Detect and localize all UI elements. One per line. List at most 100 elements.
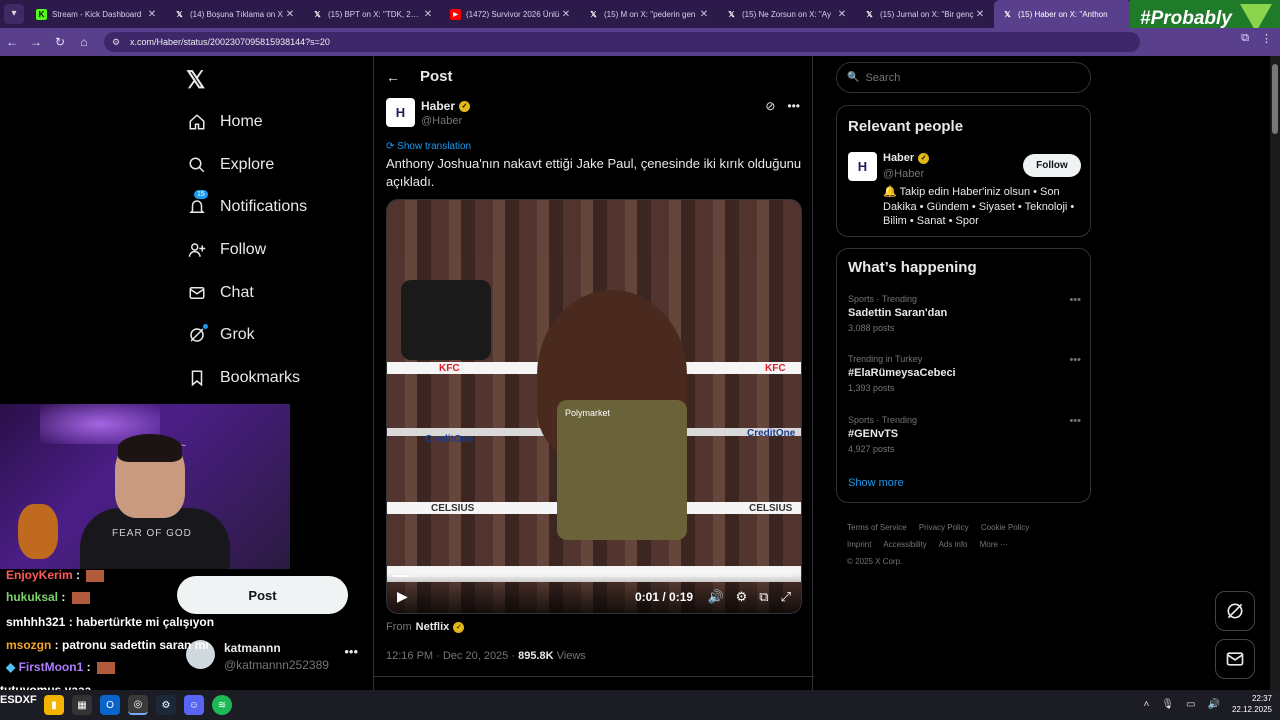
nav-item-bookmarks[interactable]: Bookmarks [186, 363, 300, 393]
more-icon[interactable]: ••• [787, 99, 800, 113]
person-name-text: Haber [883, 152, 915, 164]
footer-link[interactable]: Accessibility [883, 540, 927, 549]
mail-icon [186, 282, 208, 304]
close-icon[interactable]: ✕ [698, 9, 710, 20]
spotify-icon[interactable]: ≋ [212, 695, 232, 715]
verified-badge-icon: ✓ [918, 152, 930, 164]
back-icon[interactable]: ← [0, 35, 24, 49]
author-name[interactable]: Haber ✓ [421, 99, 471, 113]
video-player[interactable]: KFC KFC CreditOne CreditOne CELSIUS CELS… [386, 199, 802, 614]
shorts-text: Polymarket [565, 408, 611, 418]
picture-in-picture-icon[interactable]: ⧉ [759, 589, 768, 605]
source-name[interactable]: Netflix [416, 621, 450, 633]
home-icon[interactable]: ⌂ [72, 35, 96, 49]
play-icon[interactable]: ▶ [397, 588, 408, 605]
nav-item-grok[interactable]: Grok [186, 320, 255, 350]
nav-label: Notifications [220, 198, 308, 215]
nav-item-chat[interactable]: Chat [186, 278, 254, 308]
volume-icon[interactable]: 🔊 [1208, 699, 1220, 710]
author-avatar[interactable]: H [386, 98, 415, 127]
store-icon[interactable]: ▦ [72, 695, 92, 715]
grok-icon[interactable]: ⊘ [765, 99, 775, 113]
emote-icon [86, 569, 105, 582]
browser-tab[interactable]: K Stream - Kick Dashboard ✕ [28, 0, 166, 28]
browser-tab-strip: ▾ K Stream - Kick Dashboard ✕ 𝕏 (14) Boş… [0, 0, 1280, 28]
trend-item[interactable]: Sports · Trending Sadettin Saran'dan 3,0… [848, 294, 1081, 333]
more-icon[interactable]: ••• [344, 644, 358, 659]
discord-icon[interactable]: ☺ [184, 695, 204, 715]
tab-title: (15) Jurnal on X: "Bir genç [880, 9, 974, 19]
reload-icon[interactable]: ↻ [48, 35, 72, 49]
chrome-icon[interactable]: ◎ [128, 695, 148, 715]
avatar[interactable]: H [848, 152, 877, 181]
steam-icon[interactable]: ⚙ [156, 695, 176, 715]
verified-badge-icon: ✓ [453, 621, 465, 633]
scrollbar[interactable] [1270, 56, 1280, 690]
nav-item-notifications[interactable]: 15 Notifications [186, 190, 308, 222]
footer-link[interactable]: More ··· [980, 540, 1008, 549]
browser-tab-active[interactable]: 𝕏 (15) Haber on X: "Anthon [994, 0, 1132, 28]
nav-item-home[interactable]: Home [186, 107, 263, 137]
grok-floating-button[interactable] [1215, 591, 1255, 631]
outlook-icon[interactable]: O [100, 695, 120, 715]
show-more-link[interactable]: Show more [848, 477, 904, 489]
author-handle[interactable]: @Haber [421, 115, 462, 127]
more-icon[interactable]: ••• [1069, 294, 1081, 306]
footer-link[interactable]: Imprint [847, 540, 871, 549]
scrollbar-thumb[interactable] [1272, 64, 1278, 134]
trend-item[interactable]: Sports · Trending #GENvTS 4,927 posts ••… [848, 415, 1081, 454]
forward-icon[interactable]: → [24, 35, 48, 49]
settings-icon[interactable]: ⚙ [736, 589, 748, 605]
footer-link[interactable]: Ads info [939, 540, 968, 549]
system-tray: ˄ 🎙 ▭ 🔊 22:37 22.12.2025 [1144, 693, 1273, 715]
x-logo-icon[interactable]: 𝕏 [186, 66, 205, 95]
volume-icon[interactable]: 🔊 [707, 589, 723, 605]
person-name[interactable]: Haber ✓ [883, 152, 930, 164]
search-input[interactable]: 🔍 Search [836, 62, 1091, 93]
chat-message: hukuksal : [6, 590, 90, 604]
close-icon[interactable]: ✕ [146, 9, 158, 20]
footer-links: Terms of Service Privacy Policy Cookie P… [847, 519, 1087, 570]
menu-icon[interactable]: ⋮ [1261, 32, 1272, 45]
clock-date: 22.12.2025 [1231, 705, 1272, 714]
footer-link[interactable]: Privacy Policy [919, 523, 969, 532]
close-icon[interactable]: ✕ [560, 9, 572, 20]
search-placeholder: Search [865, 71, 901, 84]
close-icon[interactable]: ✕ [284, 9, 296, 20]
messages-floating-button[interactable] [1215, 639, 1255, 679]
network-icon[interactable]: ▭ [1186, 699, 1195, 710]
clock[interactable]: 22:37 22.12.2025 [1232, 693, 1272, 715]
fullscreen-icon[interactable]: ⤢ [781, 589, 791, 605]
trend-item[interactable]: Trending in Turkey #ElaRümeysaCebeci 1,3… [848, 354, 1081, 393]
extension-icon[interactable]: ⧉ [1241, 32, 1249, 45]
nav-item-explore[interactable]: Explore [186, 150, 274, 180]
browser-tab[interactable]: 𝕏 (14) Boşuna Tıklama on X ✕ [166, 0, 304, 28]
post-timestamp[interactable]: 12:16 PM · Dec 20, 2025 · [386, 650, 515, 662]
footer-link[interactable]: Terms of Service [847, 523, 907, 532]
nav-item-follow[interactable]: Follow [186, 235, 266, 265]
video-progress-bar[interactable] [393, 575, 795, 577]
clock-time: 22:37 [1251, 694, 1272, 703]
folder-icon[interactable]: ▮ [44, 695, 64, 715]
browser-tab[interactable]: 𝕏 (15) M on X: "pederin gen ✕ [580, 0, 718, 28]
url-field[interactable]: ⚙ x.com/Haber/status/2002307095815938144… [104, 32, 1140, 52]
footer-link[interactable]: Cookie Policy [981, 523, 1029, 532]
close-icon[interactable]: ✕ [836, 9, 848, 20]
browser-tab[interactable]: 𝕏 (15) Jurnal on X: "Bir genç ✕ [856, 0, 994, 28]
back-arrow-icon[interactable]: ← [386, 69, 400, 85]
chevron-up-icon[interactable]: ˄ [1144, 699, 1150, 710]
browser-tab[interactable]: ▶ (1472) Survivor 2026 Ünlü ✕ [442, 0, 580, 28]
microphone-icon[interactable]: 🎙 [1161, 699, 1174, 710]
more-icon[interactable]: ••• [1069, 354, 1081, 366]
views-count: 895.8K [518, 650, 554, 662]
browser-tab[interactable]: 𝕏 (15) Ne Zorsun on X: "Ay ✕ [718, 0, 856, 28]
close-icon[interactable]: ✕ [974, 9, 986, 20]
tab-search-button[interactable]: ▾ [4, 4, 24, 24]
more-icon[interactable]: ••• [1069, 415, 1081, 427]
show-translation-link[interactable]: ⟳ Show translation [386, 141, 471, 152]
browser-tab[interactable]: 𝕏 (15) BPT on X: "TDK, 2025 ✕ [304, 0, 442, 28]
close-icon[interactable]: ✕ [422, 9, 434, 20]
follow-button[interactable]: Follow [1023, 154, 1081, 177]
person-handle[interactable]: @Haber [883, 168, 924, 180]
site-info-icon[interactable]: ⚙ [112, 37, 124, 48]
